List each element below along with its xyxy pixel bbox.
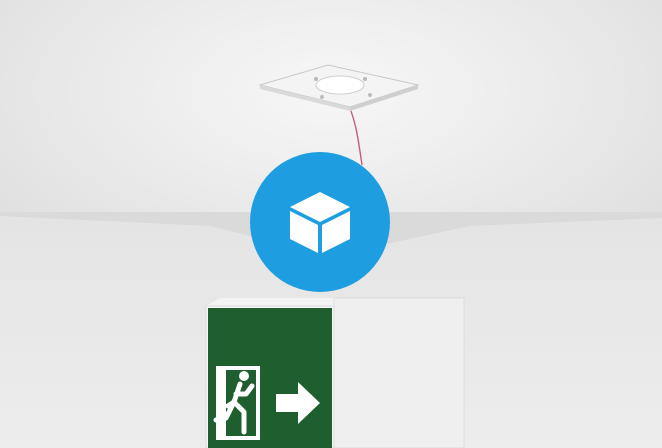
exit-sign [205,297,465,448]
view-3d-button[interactable] [250,152,390,292]
cube-icon [290,192,350,253]
product-view [0,0,662,448]
